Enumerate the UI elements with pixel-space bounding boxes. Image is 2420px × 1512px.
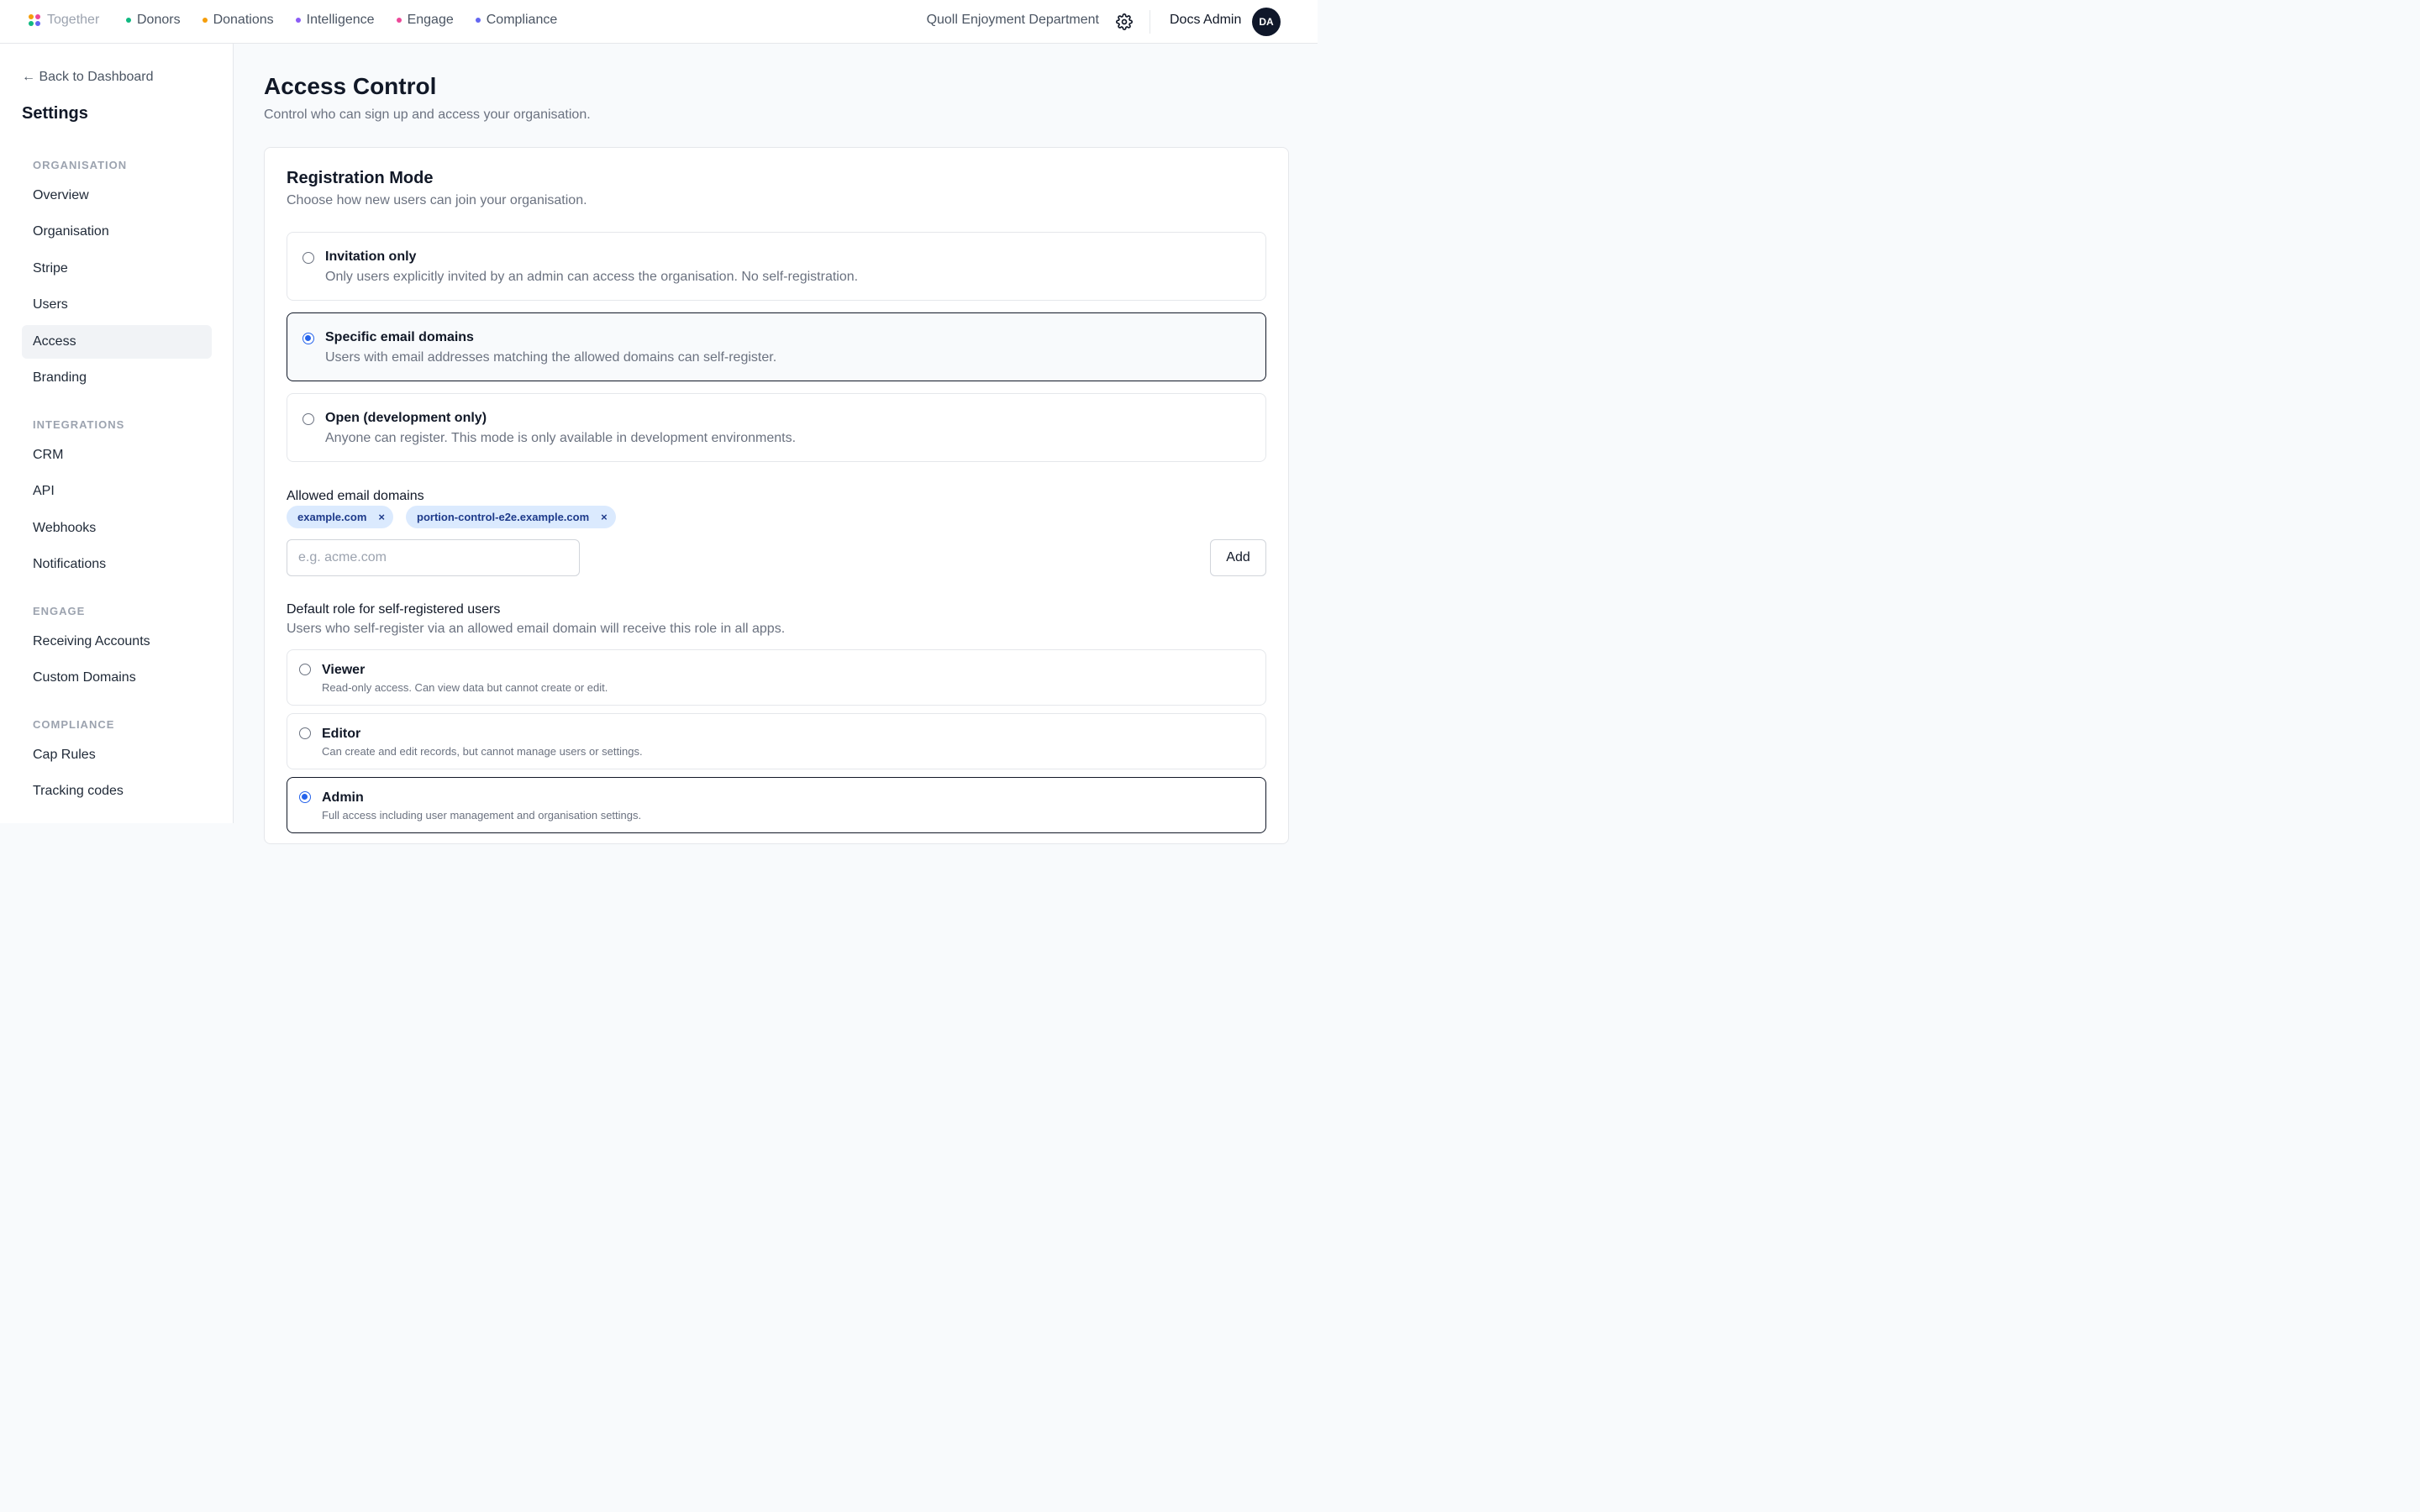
radio-button[interactable] [302,252,314,264]
option-label: Editor [322,727,361,741]
option-label: Invitation only [325,249,417,264]
domain-input[interactable] [287,539,580,576]
option-description: Read-only access. Can view data but cann… [322,681,608,694]
nav-link-label: Intelligence [306,13,375,27]
app-nav-links: Donors Donations Intelligence Engage Com… [126,13,557,28]
nav-link-engage[interactable]: Engage [396,13,454,28]
sidebar-item-webhooks[interactable]: Webhooks [22,512,212,545]
domain-chip: example.com × [287,506,393,528]
nav-dot-icon [202,18,208,23]
remove-domain-icon[interactable]: × [601,511,608,523]
nav-link-label: Donations [213,13,274,27]
sidebar-item-tracking-codes[interactable]: Tracking codes [22,774,212,808]
sidebar-item-overview[interactable]: Overview [22,179,212,213]
nav-dot-icon [396,18,402,23]
sidebar-item-cap-rules[interactable]: Cap Rules [22,738,212,772]
radio-button[interactable] [299,727,311,739]
nav-link-donors[interactable]: Donors [126,13,181,28]
sidebar-section-organisation: ORGANISATION [33,159,128,171]
remove-domain-icon[interactable]: × [378,511,385,523]
option-description: Anyone can register. This mode is only a… [325,431,797,445]
organisation-switcher[interactable]: Quoll Enjoyment Department [927,13,1099,28]
sidebar-section-engage: ENGAGE [33,605,86,617]
add-domain-button[interactable]: Add [1210,539,1266,576]
registration-option-open[interactable]: Open (development only) Anyone can regis… [287,393,1266,462]
nav-dot-icon [126,18,131,23]
domain-chip-label: example.com [297,511,367,523]
sidebar-item-branding[interactable]: Branding [22,361,212,395]
default-role-label: Default role for self-registered users [287,602,501,617]
registration-option-specific-email-domains[interactable]: Specific email domains Users with email … [287,312,1266,381]
option-label: Viewer [322,663,366,677]
sidebar-item-users[interactable]: Users [22,288,212,322]
option-label: Specific email domains [325,330,474,344]
nav-link-intelligence[interactable]: Intelligence [295,13,375,28]
nav-link-donations[interactable]: Donations [202,13,274,28]
sidebar-section-compliance: COMPLIANCE [33,718,115,731]
sidebar-title: Settings [22,104,88,123]
settings-sidebar: ← Back to Dashboard Settings ORGANISATIO… [0,44,234,823]
sidebar-item-organisation[interactable]: Organisation [22,215,212,249]
domain-chip-label: portion-control-e2e.example.com [417,511,590,523]
sidebar-item-api[interactable]: API [22,475,212,508]
gear-icon[interactable] [1116,13,1133,30]
back-to-dashboard-link[interactable]: ← Back to Dashboard [22,70,154,85]
domain-chip: portion-control-e2e.example.com × [406,506,616,528]
brand-logo-icon [29,13,41,27]
registration-mode-title: Registration Mode [287,169,434,187]
avatar[interactable]: DA [1252,8,1281,36]
option-description: Users with email addresses matching the … [325,350,777,365]
brand[interactable]: Together [29,13,99,28]
nav-dot-icon [475,18,481,23]
access-control-card: Registration Mode Choose how new users c… [264,147,1289,844]
sidebar-item-access[interactable]: Access [22,325,212,359]
nav-link-compliance[interactable]: Compliance [475,13,558,28]
nav-link-label: Engage [407,13,454,27]
nav-link-label: Donors [137,13,181,27]
radio-button[interactable] [302,333,314,344]
sidebar-item-stripe[interactable]: Stripe [22,252,212,286]
default-role-help: Users who self-register via an allowed e… [287,622,786,636]
option-description: Full access including user management an… [322,809,642,822]
user-name[interactable]: Docs Admin [1170,13,1241,28]
option-label: Admin [322,790,364,805]
sidebar-item-crm[interactable]: CRM [22,438,212,472]
registration-mode-subtitle: Choose how new users can join your organ… [287,193,587,207]
page-subtitle: Control who can sign up and access your … [264,108,591,122]
sidebar-item-notifications[interactable]: Notifications [22,548,212,581]
registration-option-invitation-only[interactable]: Invitation only Only users explicitly in… [287,232,1266,301]
radio-button[interactable] [299,664,311,675]
radio-button[interactable] [299,791,311,803]
sidebar-item-custom-domains[interactable]: Custom Domains [22,661,212,695]
role-option-admin[interactable]: Admin Full access including user managem… [287,777,1266,833]
role-option-editor[interactable]: Editor Can create and edit records, but … [287,713,1266,769]
sidebar-section-integrations: INTEGRATIONS [33,418,125,431]
radio-button[interactable] [302,413,314,425]
top-navigation: Together Donors Donations Intelligence E… [0,0,1318,44]
role-option-viewer[interactable]: Viewer Read-only access. Can view data b… [287,649,1266,706]
nav-dot-icon [295,18,301,23]
brand-name: Together [47,13,100,27]
allowed-domains-label: Allowed email domains [287,489,424,503]
page-title: Access Control [264,73,437,99]
option-description: Can create and edit records, but cannot … [322,745,643,758]
option-label: Open (development only) [325,411,487,425]
sidebar-item-receiving-accounts[interactable]: Receiving Accounts [22,625,212,659]
option-description: Only users explicitly invited by an admi… [325,270,859,284]
nav-link-label: Compliance [486,13,558,27]
